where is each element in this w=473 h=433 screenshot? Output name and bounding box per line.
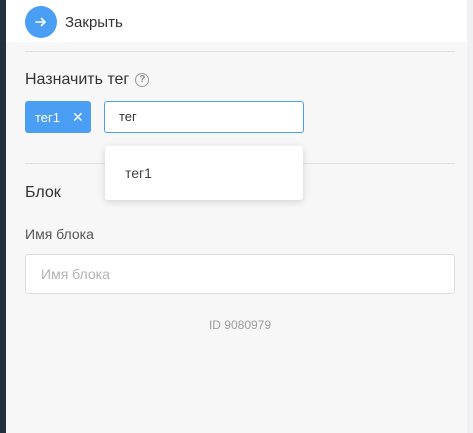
arrow-right-icon bbox=[25, 6, 57, 38]
block-section-title: Блок bbox=[25, 184, 61, 202]
close-button[interactable]: Закрыть bbox=[25, 6, 123, 38]
app-sidebar-edge bbox=[0, 0, 6, 433]
suggestion-item[interactable]: тег1 bbox=[105, 160, 303, 186]
block-id-text: ID 9080979 bbox=[208, 318, 272, 332]
panel-right-edge bbox=[467, 0, 473, 433]
close-label: Закрыть bbox=[65, 13, 123, 31]
tags-section-title: Назначить тег ? bbox=[25, 71, 150, 89]
tag-input-value: тег bbox=[119, 109, 137, 124]
remove-tag-icon[interactable]: ✕ bbox=[72, 109, 84, 126]
tag-chip-label: тег1 bbox=[35, 109, 61, 125]
question-circle-icon[interactable]: ? bbox=[135, 73, 150, 87]
block-title-text: Блок bbox=[25, 184, 61, 201]
divider bbox=[25, 51, 455, 52]
tag-search-input[interactable]: тег bbox=[104, 101, 304, 133]
selected-tag-chip: тег1 ✕ bbox=[25, 101, 91, 133]
tag-suggestions-dropdown: тег1 bbox=[105, 146, 303, 200]
block-name-label: Имя блока bbox=[25, 226, 94, 242]
tags-title-text: Назначить тег bbox=[25, 71, 130, 88]
block-name-input[interactable] bbox=[25, 254, 455, 294]
